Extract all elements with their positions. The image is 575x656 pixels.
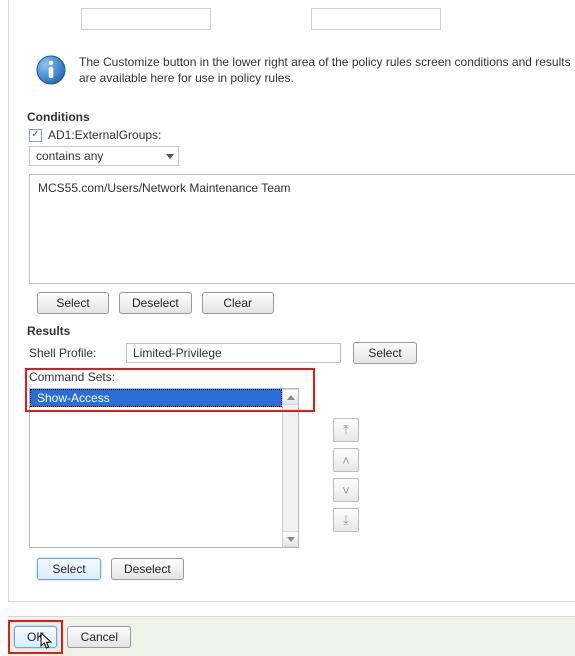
shell-profile-label: Shell Profile: bbox=[29, 346, 114, 360]
triangle-up-icon bbox=[287, 395, 295, 400]
condition-checkbox-row: ✓ AD1:ExternalGroups: bbox=[29, 128, 575, 142]
scroll-up-button[interactable] bbox=[283, 389, 298, 405]
move-bottom-button[interactable]: ⤓ bbox=[333, 508, 359, 532]
shell-profile-row: Shell Profile: Limited-Privilege Select bbox=[29, 342, 575, 364]
move-down-button[interactable]: ˅ bbox=[333, 478, 359, 502]
conditions-title: Conditions bbox=[27, 110, 575, 124]
command-sets-deselect-button[interactable]: Deselect bbox=[111, 558, 184, 580]
command-sets-area: Command Sets: Show-Access ⤒ ˄ bbox=[29, 370, 575, 548]
command-sets-listbox[interactable]: Show-Access bbox=[29, 388, 299, 548]
reorder-button-column: ⤒ ˄ ˅ ⤓ bbox=[333, 418, 359, 532]
cancel-button[interactable]: Cancel bbox=[67, 626, 131, 648]
conditions-deselect-button[interactable]: Deselect bbox=[119, 292, 192, 314]
conditions-button-row: Select Deselect Clear bbox=[37, 292, 575, 314]
list-item[interactable]: Show-Access bbox=[30, 389, 282, 407]
chevron-down-icon bbox=[166, 154, 174, 159]
condition-value-text: MCS55.com/Users/Network Maintenance Team bbox=[38, 181, 291, 195]
results-title: Results bbox=[27, 324, 575, 338]
blank-field-2[interactable] bbox=[311, 8, 441, 30]
shell-profile-input[interactable]: Limited-Privilege bbox=[126, 343, 341, 363]
conditions-select-button[interactable]: Select bbox=[37, 292, 109, 314]
info-banner: The Customize button in the lower right … bbox=[21, 50, 575, 104]
ok-button[interactable]: OK bbox=[14, 626, 57, 648]
command-sets-button-row: Select Deselect bbox=[37, 558, 575, 580]
operator-select-value: contains any bbox=[36, 149, 103, 163]
command-sets-select-button[interactable]: Select bbox=[37, 558, 101, 580]
operator-select[interactable]: contains any bbox=[29, 146, 179, 166]
move-top-icon: ⤒ bbox=[343, 422, 349, 438]
move-bottom-icon: ⤓ bbox=[343, 512, 349, 528]
blank-field-1[interactable] bbox=[81, 8, 211, 30]
move-top-button[interactable]: ⤒ bbox=[333, 418, 359, 442]
move-up-button[interactable]: ˄ bbox=[333, 448, 359, 472]
command-sets-items: Show-Access bbox=[30, 389, 282, 547]
dialog-root: The Customize button in the lower right … bbox=[0, 0, 575, 656]
triangle-down-icon bbox=[287, 537, 295, 542]
move-up-icon: ˄ bbox=[342, 453, 350, 468]
shell-profile-value: Limited-Privilege bbox=[133, 346, 222, 360]
listbox-scrollbar[interactable] bbox=[282, 389, 298, 547]
shell-profile-select-button[interactable]: Select bbox=[353, 342, 417, 364]
condition-checkbox-label: AD1:ExternalGroups: bbox=[48, 128, 161, 142]
command-sets-list-wrap: Show-Access ⤒ ˄ ˅ ⤓ bbox=[29, 388, 575, 548]
dialog-footer: OK Cancel bbox=[8, 616, 575, 656]
list-item-label: Show-Access bbox=[37, 391, 110, 405]
condition-checkbox[interactable]: ✓ bbox=[29, 129, 42, 142]
info-text: The Customize button in the lower right … bbox=[79, 54, 575, 86]
info-icon bbox=[35, 54, 67, 86]
scroll-down-button[interactable] bbox=[283, 531, 298, 547]
dialog-panel: The Customize button in the lower right … bbox=[8, 0, 575, 602]
checkmark-icon: ✓ bbox=[31, 130, 39, 140]
move-down-icon: ˅ bbox=[342, 483, 350, 498]
top-fields-row bbox=[21, 8, 575, 30]
conditions-clear-button[interactable]: Clear bbox=[202, 292, 274, 314]
ok-button-wrap: OK bbox=[14, 626, 57, 648]
condition-value-textarea[interactable]: MCS55.com/Users/Network Maintenance Team bbox=[29, 174, 575, 284]
command-sets-label: Command Sets: bbox=[29, 370, 575, 384]
